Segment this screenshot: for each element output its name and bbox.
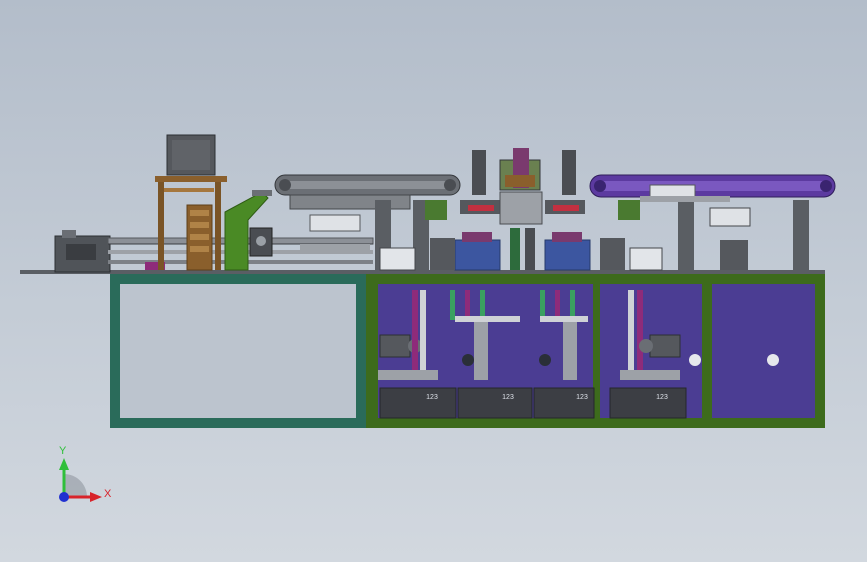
conveyor-purple [589, 174, 836, 271]
y-axis-label: Y [59, 445, 67, 457]
z-axis-dot [59, 492, 69, 502]
cabinet-block [609, 387, 687, 419]
x-axis-label: X [104, 488, 112, 500]
cabinet-label: 123 [426, 394, 438, 401]
x-axis-arrow-icon [90, 492, 102, 502]
cabinet-label: 123 [576, 394, 588, 401]
cabinet-block [457, 387, 533, 419]
y-axis-arrow-icon [59, 458, 69, 470]
cabinet-block [379, 387, 457, 419]
cad-viewport[interactable]: 123 123 123 123 Y X [0, 0, 867, 562]
press-stations [425, 148, 640, 271]
cabinet-block [533, 387, 595, 419]
axis-triad[interactable]: Y X [59, 445, 112, 502]
cabinet-label: 123 [502, 394, 514, 401]
cabinet-label: 123 [656, 394, 668, 401]
